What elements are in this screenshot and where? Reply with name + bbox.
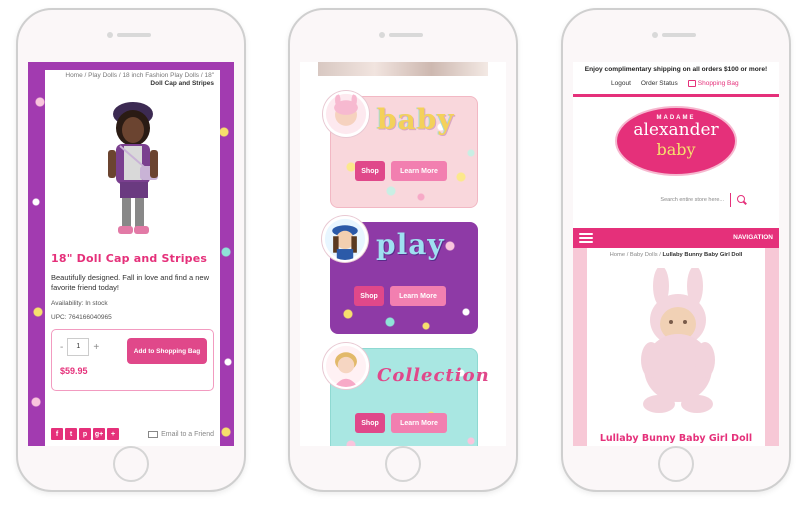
play-doll-avatar [322, 216, 368, 262]
product-content: Home / Play Dolls / 18 inch Fashion Play… [45, 70, 220, 446]
card-title: play [376, 228, 445, 261]
email-friend-label: Email to a Friend [161, 431, 214, 438]
speaker [662, 33, 696, 37]
upc: UPC: 764166040965 [51, 314, 112, 321]
header-divider [573, 94, 779, 97]
card-baby[interactable]: baby Shop Learn More [323, 91, 478, 208]
shopping-bag-link[interactable]: Shopping Bag [687, 80, 739, 87]
shop-button[interactable]: Shop [355, 413, 385, 433]
screen-category-cards: baby Shop Learn More play Shop Learn Mor… [300, 62, 506, 446]
qty-plus-button[interactable]: + [93, 342, 99, 353]
logo-line-2: alexander [633, 120, 719, 140]
add-to-cart-box: - 1 + $59.95 Add to Shopping Bag [51, 329, 214, 391]
breadcrumb-path[interactable]: Home / Baby Dolls / [610, 252, 661, 258]
screen-product-page: Home / Play Dolls / 18 inch Fashion Play… [28, 62, 234, 446]
search-bar: Search entire store here... [629, 192, 749, 208]
breadcrumb: Home / Play Dolls / 18 inch Fashion Play… [51, 70, 214, 88]
screen-baby-product: Enjoy complimentary shipping on all orde… [573, 62, 779, 446]
home-button [658, 446, 694, 482]
card-buttons: Shop Learn More [355, 413, 447, 433]
phone-right: Enjoy complimentary shipping on all orde… [561, 8, 791, 492]
product-description: Beautifully designed. Fall in love and f… [51, 273, 210, 292]
logout-link[interactable]: Logout [611, 80, 631, 87]
breadcrumb: Home / Baby Dolls / Lullaby Bunny Baby G… [587, 252, 765, 258]
product-title: Lullaby Bunny Baby Girl Doll [599, 433, 753, 444]
product-image-bunny-doll[interactable] [623, 266, 733, 418]
hamburger-menu-icon[interactable] [579, 233, 593, 243]
phone-middle: baby Shop Learn More play Shop Learn Mor… [288, 8, 518, 492]
card-title: Collection [377, 365, 490, 386]
home-button [113, 446, 149, 482]
card-collection[interactable]: Collection Shop Learn More [323, 343, 489, 446]
learn-more-button[interactable]: Learn More [390, 286, 446, 306]
product-image-doll[interactable] [78, 92, 188, 242]
more-share-icon[interactable]: + [107, 428, 119, 440]
email-friend-link[interactable]: Email to a Friend [148, 431, 214, 438]
breadcrumb-path[interactable]: Home / Play Dolls / 18 inch Fashion Play… [65, 72, 214, 79]
facebook-icon[interactable]: f [51, 428, 63, 440]
quantity-stepper: - 1 + [60, 338, 99, 356]
product-area: Home / Baby Dolls / Lullaby Bunny Baby G… [573, 248, 779, 446]
camera [652, 32, 658, 38]
navigation-label[interactable]: NAVIGATION [733, 234, 773, 241]
breadcrumb-current: Doll Cap and Stripes [150, 80, 214, 87]
google-plus-icon[interactable]: g+ [93, 428, 105, 440]
mail-icon [148, 431, 159, 438]
product-panel: Home / Baby Dolls / Lullaby Bunny Baby G… [587, 248, 765, 446]
product-title: 18" Doll Cap and Stripes [51, 252, 208, 265]
learn-more-button[interactable]: Learn More [391, 413, 447, 433]
twitter-icon[interactable]: t [65, 428, 77, 440]
navigation-bar: NAVIGATION [573, 228, 779, 248]
shopping-bag-label: Shopping Bag [697, 80, 739, 87]
brand-logo[interactable]: MADAME alexander baby [615, 106, 737, 176]
home-button [385, 446, 421, 482]
shop-button[interactable]: Shop [355, 161, 385, 181]
card-buttons: Shop Learn More [355, 161, 447, 181]
learn-more-button[interactable]: Learn More [391, 161, 447, 181]
account-links: Logout Order Status Shopping Bag [611, 80, 739, 87]
price: $59.95 [60, 366, 88, 376]
stage: Home / Play Dolls / 18 inch Fashion Play… [0, 0, 800, 513]
promo-banner: Enjoy complimentary shipping on all orde… [584, 66, 768, 73]
search-input[interactable]: Search entire store here... [629, 193, 731, 207]
order-status-link[interactable]: Order Status [641, 80, 678, 87]
shop-button[interactable]: Shop [354, 286, 384, 306]
availability: Availability: In stock [51, 300, 108, 307]
camera [379, 32, 385, 38]
card-title: baby [377, 103, 455, 136]
logo-line-3: baby [656, 140, 696, 159]
speaker [117, 33, 151, 37]
baby-doll-avatar [323, 91, 369, 137]
pinterest-icon[interactable]: p [79, 428, 91, 440]
qty-input[interactable]: 1 [67, 338, 90, 356]
card-play[interactable]: play Shop Learn More [322, 216, 478, 334]
qty-minus-button[interactable]: - [60, 342, 63, 353]
camera [107, 32, 113, 38]
add-to-bag-button[interactable]: Add to Shopping Bag [127, 338, 207, 364]
breadcrumb-current: Lullaby Bunny Baby Girl Doll [662, 252, 743, 258]
top-banner-image [318, 62, 488, 76]
phone-left: Home / Play Dolls / 18 inch Fashion Play… [16, 8, 246, 492]
search-icon[interactable] [735, 193, 749, 207]
share-icons: f t p g+ + [51, 428, 119, 440]
bag-icon [687, 80, 696, 87]
speaker [389, 33, 423, 37]
collection-doll-avatar [323, 343, 369, 389]
card-buttons: Shop Learn More [354, 286, 446, 306]
